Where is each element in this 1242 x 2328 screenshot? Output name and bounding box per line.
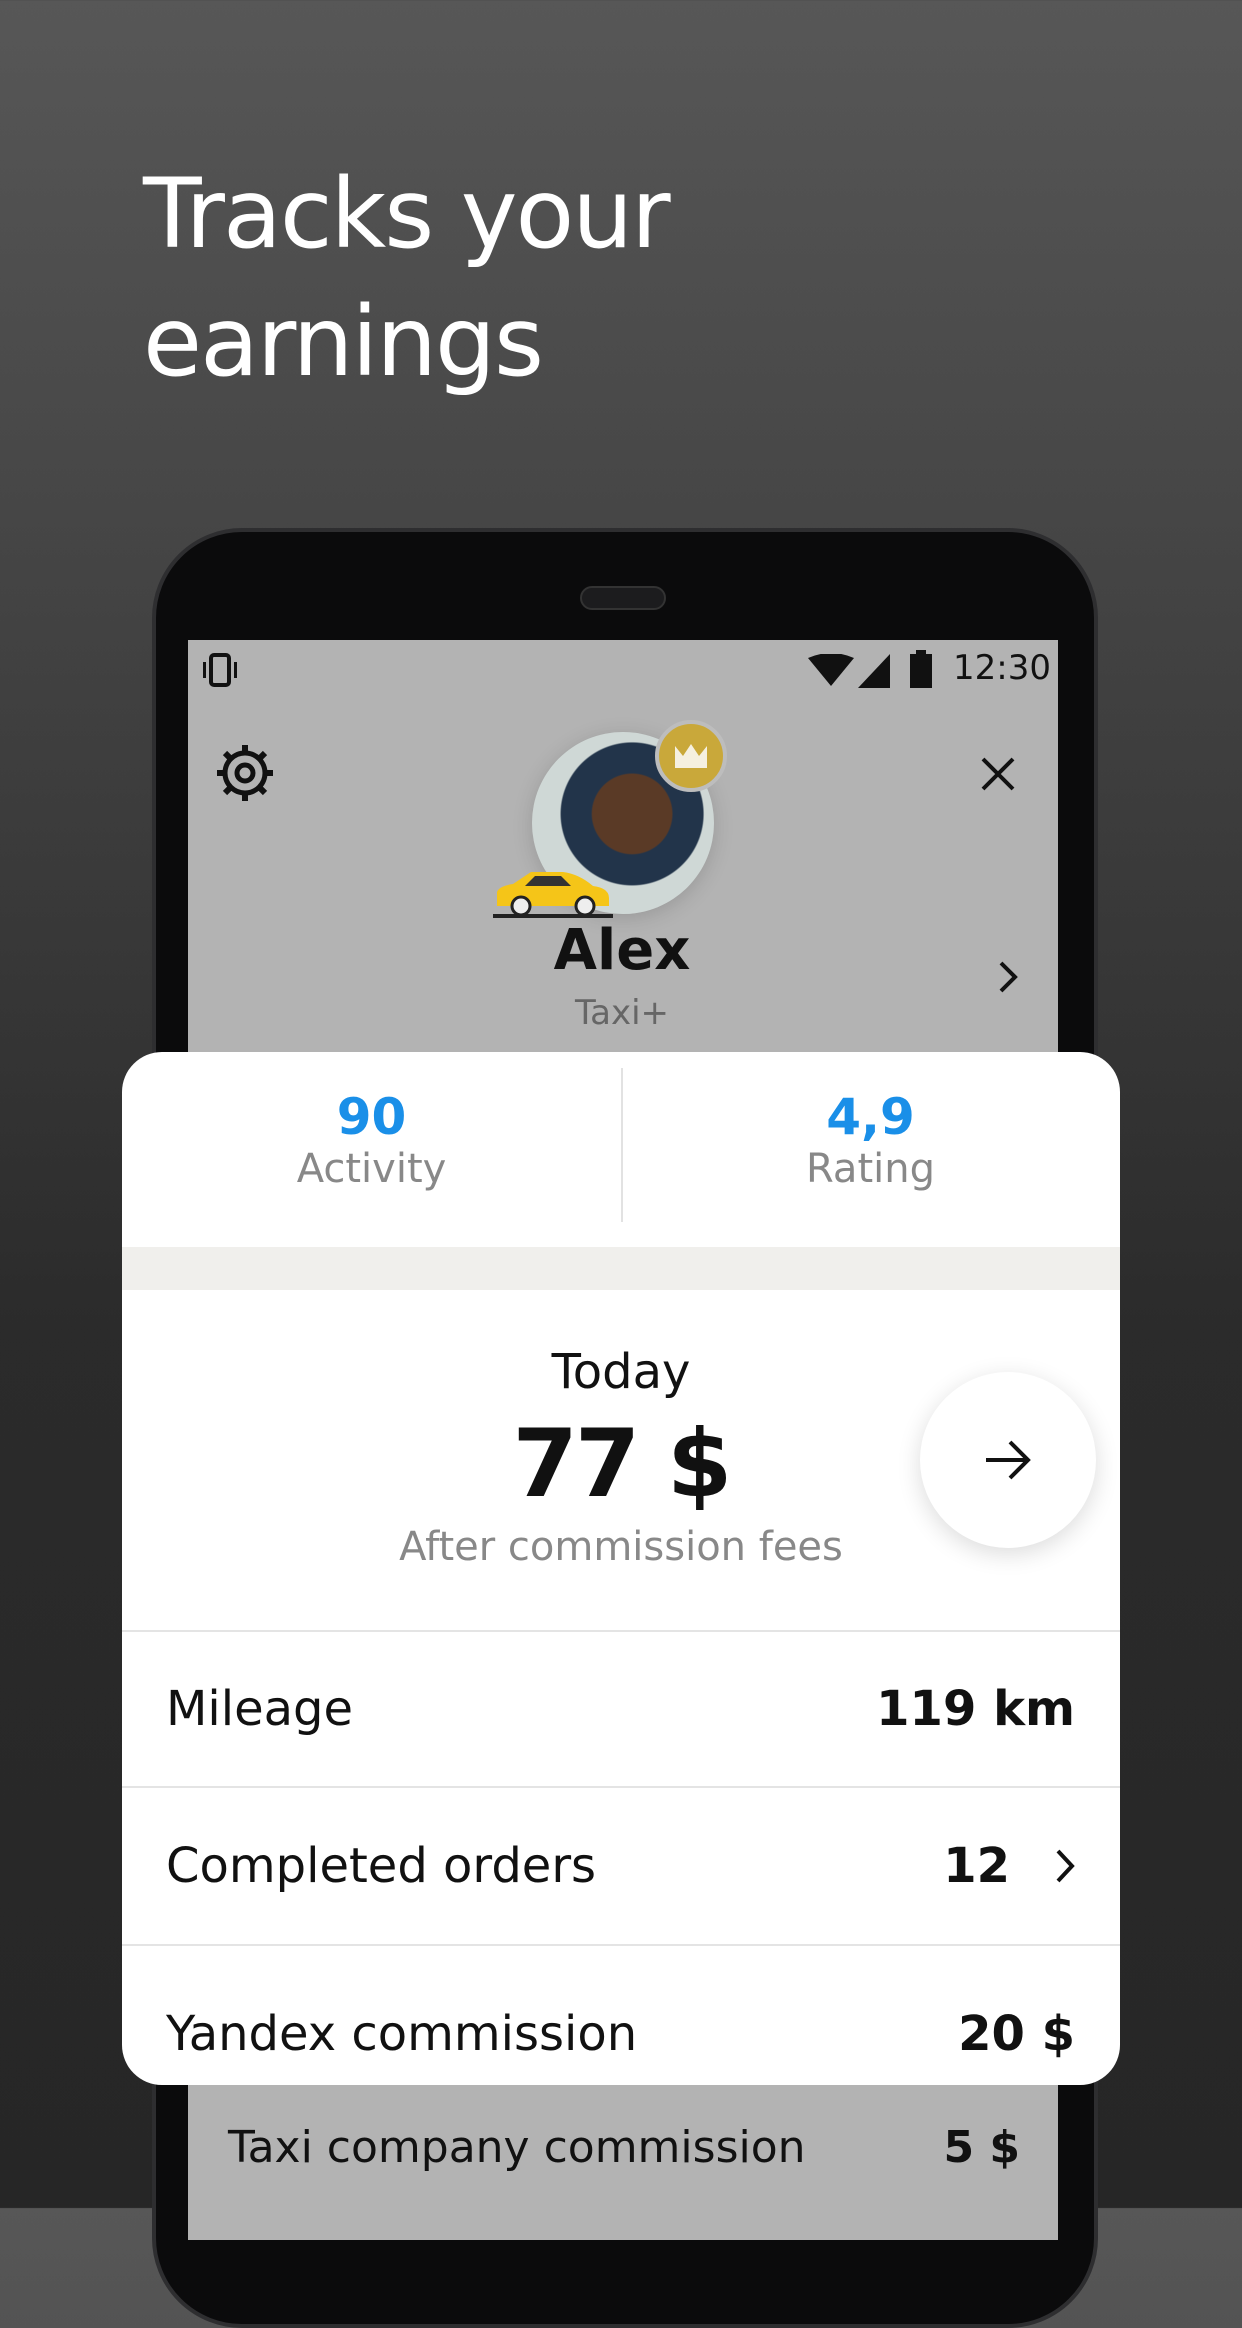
earnings-card: 90 Activity 4,9 Rating Today 77 $ After … bbox=[122, 1052, 1120, 2085]
headline: Tracks your earnings bbox=[143, 158, 671, 398]
crown-icon bbox=[675, 744, 707, 768]
wifi-icon bbox=[808, 654, 854, 686]
today-details-button[interactable] bbox=[920, 1372, 1096, 1548]
settings-gear-icon[interactable] bbox=[215, 743, 275, 803]
crown-badge bbox=[655, 720, 727, 792]
stat-activity[interactable]: 90 Activity bbox=[122, 1052, 621, 1247]
row-completed-orders[interactable]: Completed orders 12 bbox=[122, 1786, 1120, 1944]
status-bar: 12:30 bbox=[188, 640, 1058, 698]
battery-icon bbox=[910, 650, 932, 688]
today-amount: 77 $ bbox=[512, 1410, 733, 1519]
profile-chevron-icon[interactable] bbox=[996, 960, 1020, 994]
close-icon[interactable] bbox=[980, 756, 1016, 792]
taxi-company-commission-label: Taxi company commission bbox=[228, 2122, 806, 2173]
phone-speaker bbox=[580, 586, 666, 610]
taxi-company-commission-value: 5 $ bbox=[943, 2122, 1020, 2173]
section-separator bbox=[122, 1247, 1120, 1290]
row-yandex-commission: Yandex commission 20 $ bbox=[122, 1944, 1120, 2085]
arrow-right-icon bbox=[986, 1440, 1031, 1480]
today-note: After commission fees bbox=[399, 1524, 843, 1570]
profile-name: Alex bbox=[553, 918, 691, 983]
row-mileage: Mileage 119 km bbox=[122, 1630, 1120, 1786]
vibrate-icon bbox=[203, 653, 237, 687]
chevron-right-icon bbox=[1056, 1849, 1075, 1883]
status-time: 12:30 bbox=[953, 648, 1051, 688]
taxi-car-icon bbox=[493, 872, 613, 918]
signal-icon bbox=[858, 654, 890, 688]
today-title: Today bbox=[551, 1344, 691, 1400]
stat-rating[interactable]: 4,9 Rating bbox=[621, 1052, 1120, 1247]
profile-tariff: Taxi+ bbox=[574, 993, 670, 1033]
